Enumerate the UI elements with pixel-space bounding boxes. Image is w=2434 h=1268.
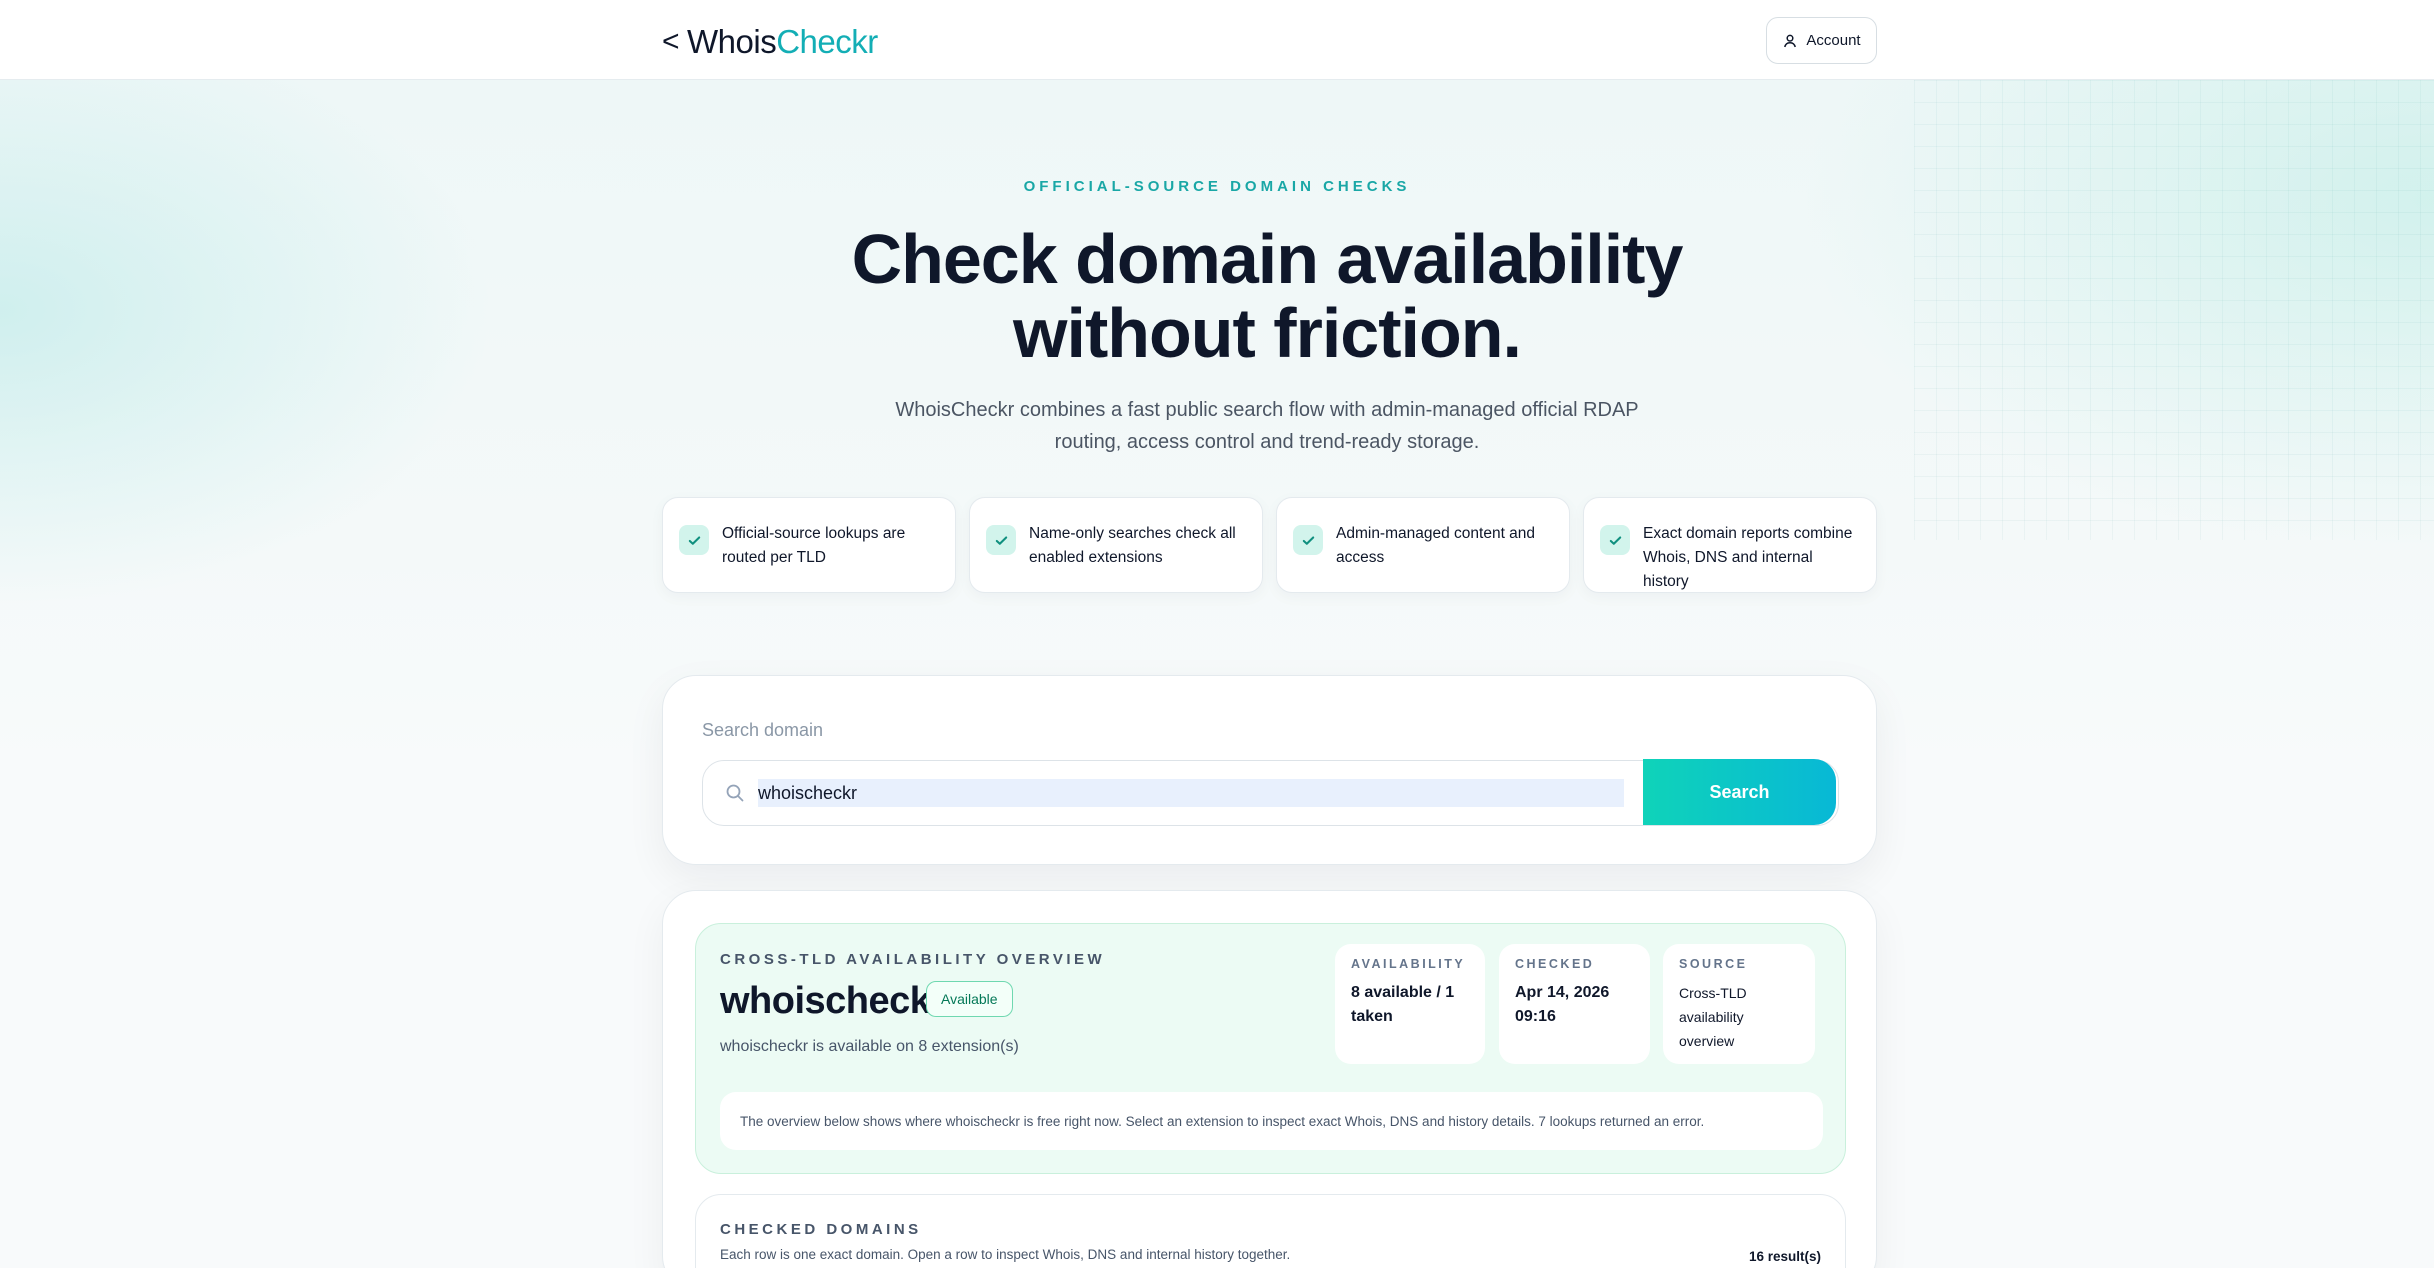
stat-value: 8 available / 1 taken	[1351, 981, 1469, 1029]
stat-availability: AVAILABILITY 8 available / 1 taken	[1335, 944, 1485, 1064]
stat-value-line: taken	[1351, 1008, 1393, 1025]
feature-text-line: Exact domain reports combine	[1643, 525, 1853, 542]
checked-domains-section: CHECKED DOMAINS Each row is one exact do…	[695, 1194, 1846, 1268]
feature-card: Name-only searches check all enabled ext…	[969, 497, 1263, 593]
feature-text-line: history	[1643, 573, 1689, 590]
hero-subtitle: WhoisCheckr combines a fast public searc…	[860, 394, 1674, 458]
stat-checked: CHECKED Apr 14, 2026 09:16	[1499, 944, 1650, 1064]
feature-text: Official-source lookups are routed per T…	[722, 522, 905, 570]
search-label: Search domain	[702, 720, 824, 740]
brand-logo[interactable]: < Whois Checkr	[662, 20, 878, 64]
feature-text-line: Official-source lookups are	[722, 525, 906, 542]
overview-domain: whoischeckr	[720, 980, 945, 1022]
search-icon	[725, 783, 745, 803]
feature-text-line: Name-only searches check all	[1029, 525, 1236, 542]
stat-value-line: 09:16	[1515, 1008, 1556, 1025]
stat-value-line: 8 available / 1	[1351, 984, 1455, 1001]
user-icon	[1782, 33, 1798, 49]
hero-subtitle-line1: WhoisCheckr combines a fast public searc…	[895, 399, 1639, 421]
feature-text-line: enabled extensions	[1029, 549, 1163, 566]
hero-subtitle-line2: routing, access control and trend-ready …	[1054, 431, 1480, 453]
hero-eyebrow: OFFICIAL-SOURCE DOMAIN CHECKS	[1023, 178, 1411, 195]
feature-text: Admin-managed content and access	[1336, 522, 1535, 570]
feature-list: Official-source lookups are routed per T…	[662, 497, 1877, 593]
stat-value: Cross-TLD availability overview	[1679, 981, 1799, 1053]
account-label: Account	[1806, 32, 1861, 49]
feature-text-line: routed per TLD	[722, 549, 826, 566]
results-card: CROSS-TLD AVAILABILITY OVERVIEW whoische…	[662, 890, 1877, 1268]
search-input[interactable]	[758, 779, 1624, 807]
stat-label: CHECKED	[1515, 957, 1595, 971]
stat-source: SOURCE Cross-TLD availability overview	[1663, 944, 1815, 1064]
logo-text-checkr: Checkr	[776, 23, 878, 60]
status-badge: Available	[926, 981, 1013, 1017]
feature-card: Exact domain reports combine Whois, DNS …	[1583, 497, 1877, 593]
check-icon	[679, 525, 709, 555]
feature-text-line: Whois, DNS and internal	[1643, 549, 1813, 566]
hero-title: Check domain availability without fricti…	[617, 222, 1917, 370]
check-icon	[986, 525, 1016, 555]
feature-card: Admin-managed content and access	[1276, 497, 1570, 593]
stat-value-line: Cross-TLD	[1679, 985, 1747, 1001]
feature-text-line: access	[1336, 549, 1385, 566]
check-icon	[1293, 525, 1323, 555]
check-icon	[1600, 525, 1630, 555]
stat-value-line: availability	[1679, 1009, 1744, 1025]
feature-text-line: Admin-managed content and	[1336, 525, 1536, 542]
checked-domains-subtitle: Each row is one exact domain. Open a row…	[720, 1247, 1291, 1262]
overview-note: The overview below shows where whoischec…	[720, 1092, 1823, 1150]
overview-eyebrow: CROSS-TLD AVAILABILITY OVERVIEW	[720, 951, 1106, 968]
stat-value: Apr 14, 2026 09:16	[1515, 981, 1634, 1029]
result-count: 16 result(s)	[1748, 1249, 1821, 1264]
top-navbar: < Whois Checkr Account	[0, 0, 2434, 80]
logo-chevron: <	[662, 25, 680, 58]
checked-domains-eyebrow: CHECKED DOMAINS	[720, 1221, 922, 1238]
main-content: OFFICIAL-SOURCE DOMAIN CHECKS Check doma…	[0, 0, 2434, 1268]
account-button[interactable]: Account	[1766, 17, 1877, 64]
hero-title-line1: Check domain availability	[851, 220, 1684, 298]
overview-summary: whoischeckr is available on 8 extension(…	[720, 1038, 1019, 1055]
hero-title-line2: without friction.	[1013, 294, 1522, 372]
feature-text: Name-only searches check all enabled ext…	[1029, 522, 1236, 570]
search-button[interactable]: Search	[1643, 759, 1836, 825]
logo-text-whois: Whois	[687, 23, 777, 60]
feature-card: Official-source lookups are routed per T…	[662, 497, 956, 593]
stat-value-line: Apr 14, 2026	[1515, 984, 1610, 1001]
stat-label: SOURCE	[1679, 957, 1748, 971]
stat-label: AVAILABILITY	[1351, 957, 1466, 971]
feature-text: Exact domain reports combine Whois, DNS …	[1643, 522, 1852, 594]
stat-value-line: overview	[1679, 1033, 1735, 1049]
availability-overview: CROSS-TLD AVAILABILITY OVERVIEW whoische…	[695, 923, 1846, 1174]
